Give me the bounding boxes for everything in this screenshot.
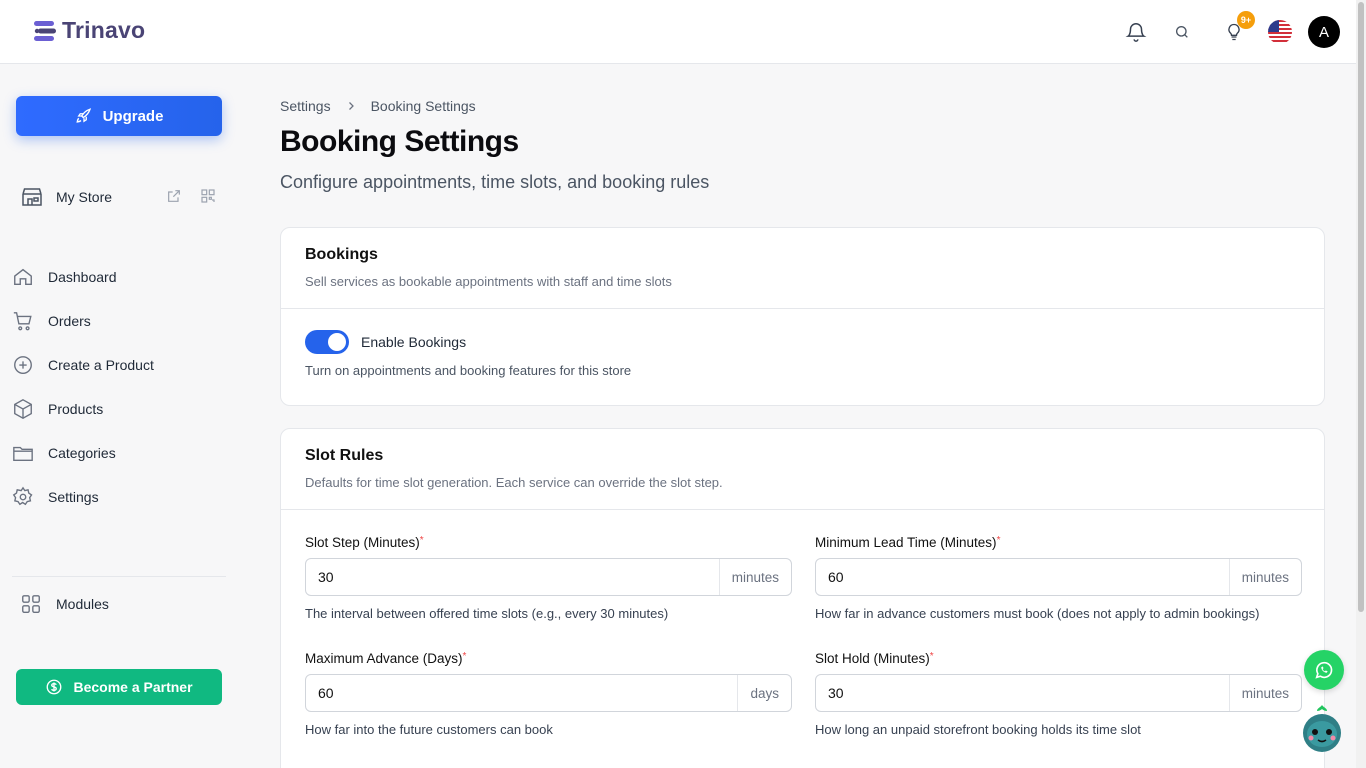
top-header: Trinavo 9+ A (0, 0, 1356, 64)
user-avatar[interactable]: A (1308, 16, 1340, 48)
tips-button[interactable]: 9+ (1216, 11, 1255, 50)
store-icon (22, 188, 42, 206)
robot-mascot-icon (1303, 705, 1341, 752)
breadcrumb: Settings Booking Settings (280, 98, 476, 114)
whatsapp-icon (1315, 661, 1333, 679)
language-selector[interactable] (1262, 14, 1298, 50)
brand-logo[interactable]: Trinavo (32, 17, 145, 44)
sidebar: Upgrade My Store Dashboard Orders Create… (0, 65, 240, 768)
dollar-circle-icon (47, 679, 62, 695)
open-store-button[interactable] (166, 188, 182, 209)
bookings-card-title: Bookings (305, 246, 378, 263)
slot-hold-unit: minutes (1228, 675, 1301, 711)
sidebar-item-dashboard[interactable]: Dashboard (12, 255, 232, 299)
sidebar-item-modules[interactable]: Modules (20, 593, 109, 615)
page-scrollbar[interactable] (1356, 0, 1366, 768)
scrollbar-thumb[interactable] (1358, 2, 1364, 612)
slot-step-input[interactable] (306, 559, 719, 595)
slot-step-help: The interval between offered time slots … (305, 606, 669, 621)
enable-bookings-help: Turn on appointments and booking feature… (305, 363, 632, 378)
bookings-card: Bookings Sell services as bookable appoi… (280, 227, 1325, 406)
sidebar-item-label: Products (48, 401, 104, 417)
max-advance-label: Maximum Advance (Days) (305, 651, 463, 666)
search-button[interactable] (1164, 14, 1200, 50)
enable-bookings-toggle[interactable] (305, 330, 349, 354)
gear-icon (12, 486, 33, 506)
min-lead-time-help: How far in advance customers must book (… (815, 606, 1260, 621)
bookings-card-description: Sell services as bookable appointments w… (305, 274, 672, 289)
us-flag-icon (1268, 20, 1292, 44)
enable-bookings-label: Enable Bookings (361, 334, 467, 350)
slot-hold-field: Slot Hold (Minutes)* minutes How long an… (815, 651, 1302, 737)
bell-icon (1125, 23, 1147, 42)
page-title: Booking Settings (280, 125, 519, 158)
required-marker: * (996, 535, 1001, 546)
store-qr-button[interactable] (200, 188, 216, 209)
home-icon (14, 268, 32, 286)
min-lead-time-input[interactable] (816, 559, 1229, 595)
assistant-bot-button[interactable] (1301, 703, 1343, 753)
min-lead-time-unit: minutes (1228, 559, 1301, 595)
breadcrumb-current: Booking Settings (370, 98, 476, 114)
sidebar-item-label: Dashboard (48, 269, 117, 285)
chevron-right-icon (348, 102, 354, 110)
sidebar-item-settings[interactable]: Settings (12, 475, 232, 519)
sidebar-item-create-product[interactable]: Create a Product (12, 343, 232, 387)
my-store-label: My Store (56, 189, 113, 205)
slot-step-label: Slot Step (Minutes) (305, 535, 420, 550)
external-link-icon (168, 190, 180, 202)
modules-label: Modules (56, 596, 109, 612)
slot-rules-card: Slot Rules Defaults for time slot genera… (280, 428, 1325, 768)
sidebar-item-orders[interactable]: Orders (12, 299, 232, 343)
page-subtitle: Configure appointments, time slots, and … (280, 172, 710, 192)
max-advance-input[interactable] (306, 675, 738, 711)
sidebar-divider (12, 576, 226, 577)
sidebar-item-label: Create a Product (48, 357, 154, 373)
required-marker: * (929, 651, 934, 662)
max-advance-unit: days (737, 675, 791, 711)
rocket-icon (76, 108, 91, 123)
notifications-button[interactable] (1118, 14, 1154, 50)
breadcrumb-settings-link[interactable]: Settings (280, 98, 331, 114)
sidebar-item-categories[interactable]: Categories (12, 431, 232, 475)
toggle-knob (328, 333, 346, 351)
max-advance-help: How far into the future customers can bo… (305, 722, 553, 737)
sidebar-item-label: Categories (48, 445, 116, 461)
slot-hold-help: How long an unpaid storefront booking ho… (815, 722, 1141, 737)
my-store-row[interactable]: My Store (20, 183, 220, 211)
whatsapp-chat-button[interactable] (1304, 650, 1344, 690)
partner-label: Become a Partner (73, 679, 193, 695)
cart-icon (13, 312, 32, 331)
tips-badge: 9+ (1237, 11, 1255, 29)
sidebar-nav: Dashboard Orders Create a Product Produc… (12, 255, 232, 519)
min-lead-time-field: Minimum Lead Time (Minutes)* minutes How… (815, 535, 1302, 621)
trinavo-logo-icon (34, 20, 56, 41)
slot-rules-description: Defaults for time slot generation. Each … (305, 475, 723, 490)
max-advance-field: Maximum Advance (Days)* days How far int… (305, 651, 792, 737)
slot-rules-title: Slot Rules (305, 447, 384, 464)
min-lead-time-label: Minimum Lead Time (Minutes) (815, 535, 997, 550)
folder-icon (13, 446, 33, 462)
required-marker: * (462, 651, 467, 662)
upgrade-label: Upgrade (102, 107, 164, 125)
sidebar-item-label: Settings (48, 489, 99, 505)
grid-icon (22, 595, 40, 613)
slot-step-field: Slot Step (Minutes)* minutes The interva… (305, 535, 792, 621)
slot-hold-label: Slot Hold (Minutes) (815, 651, 930, 666)
become-partner-button[interactable]: Become a Partner (16, 669, 222, 705)
slot-step-unit: minutes (718, 559, 791, 595)
sidebar-item-label: Orders (48, 313, 91, 329)
box-icon (14, 399, 32, 419)
plus-circle-icon (14, 356, 32, 374)
slot-hold-input[interactable] (816, 675, 1229, 711)
brand-name: Trinavo (62, 17, 146, 43)
search-icon (1176, 26, 1188, 38)
required-marker: * (419, 535, 424, 546)
qr-code-icon (201, 189, 215, 203)
upgrade-button[interactable]: Upgrade (16, 96, 222, 136)
sidebar-item-products[interactable]: Products (12, 387, 232, 431)
